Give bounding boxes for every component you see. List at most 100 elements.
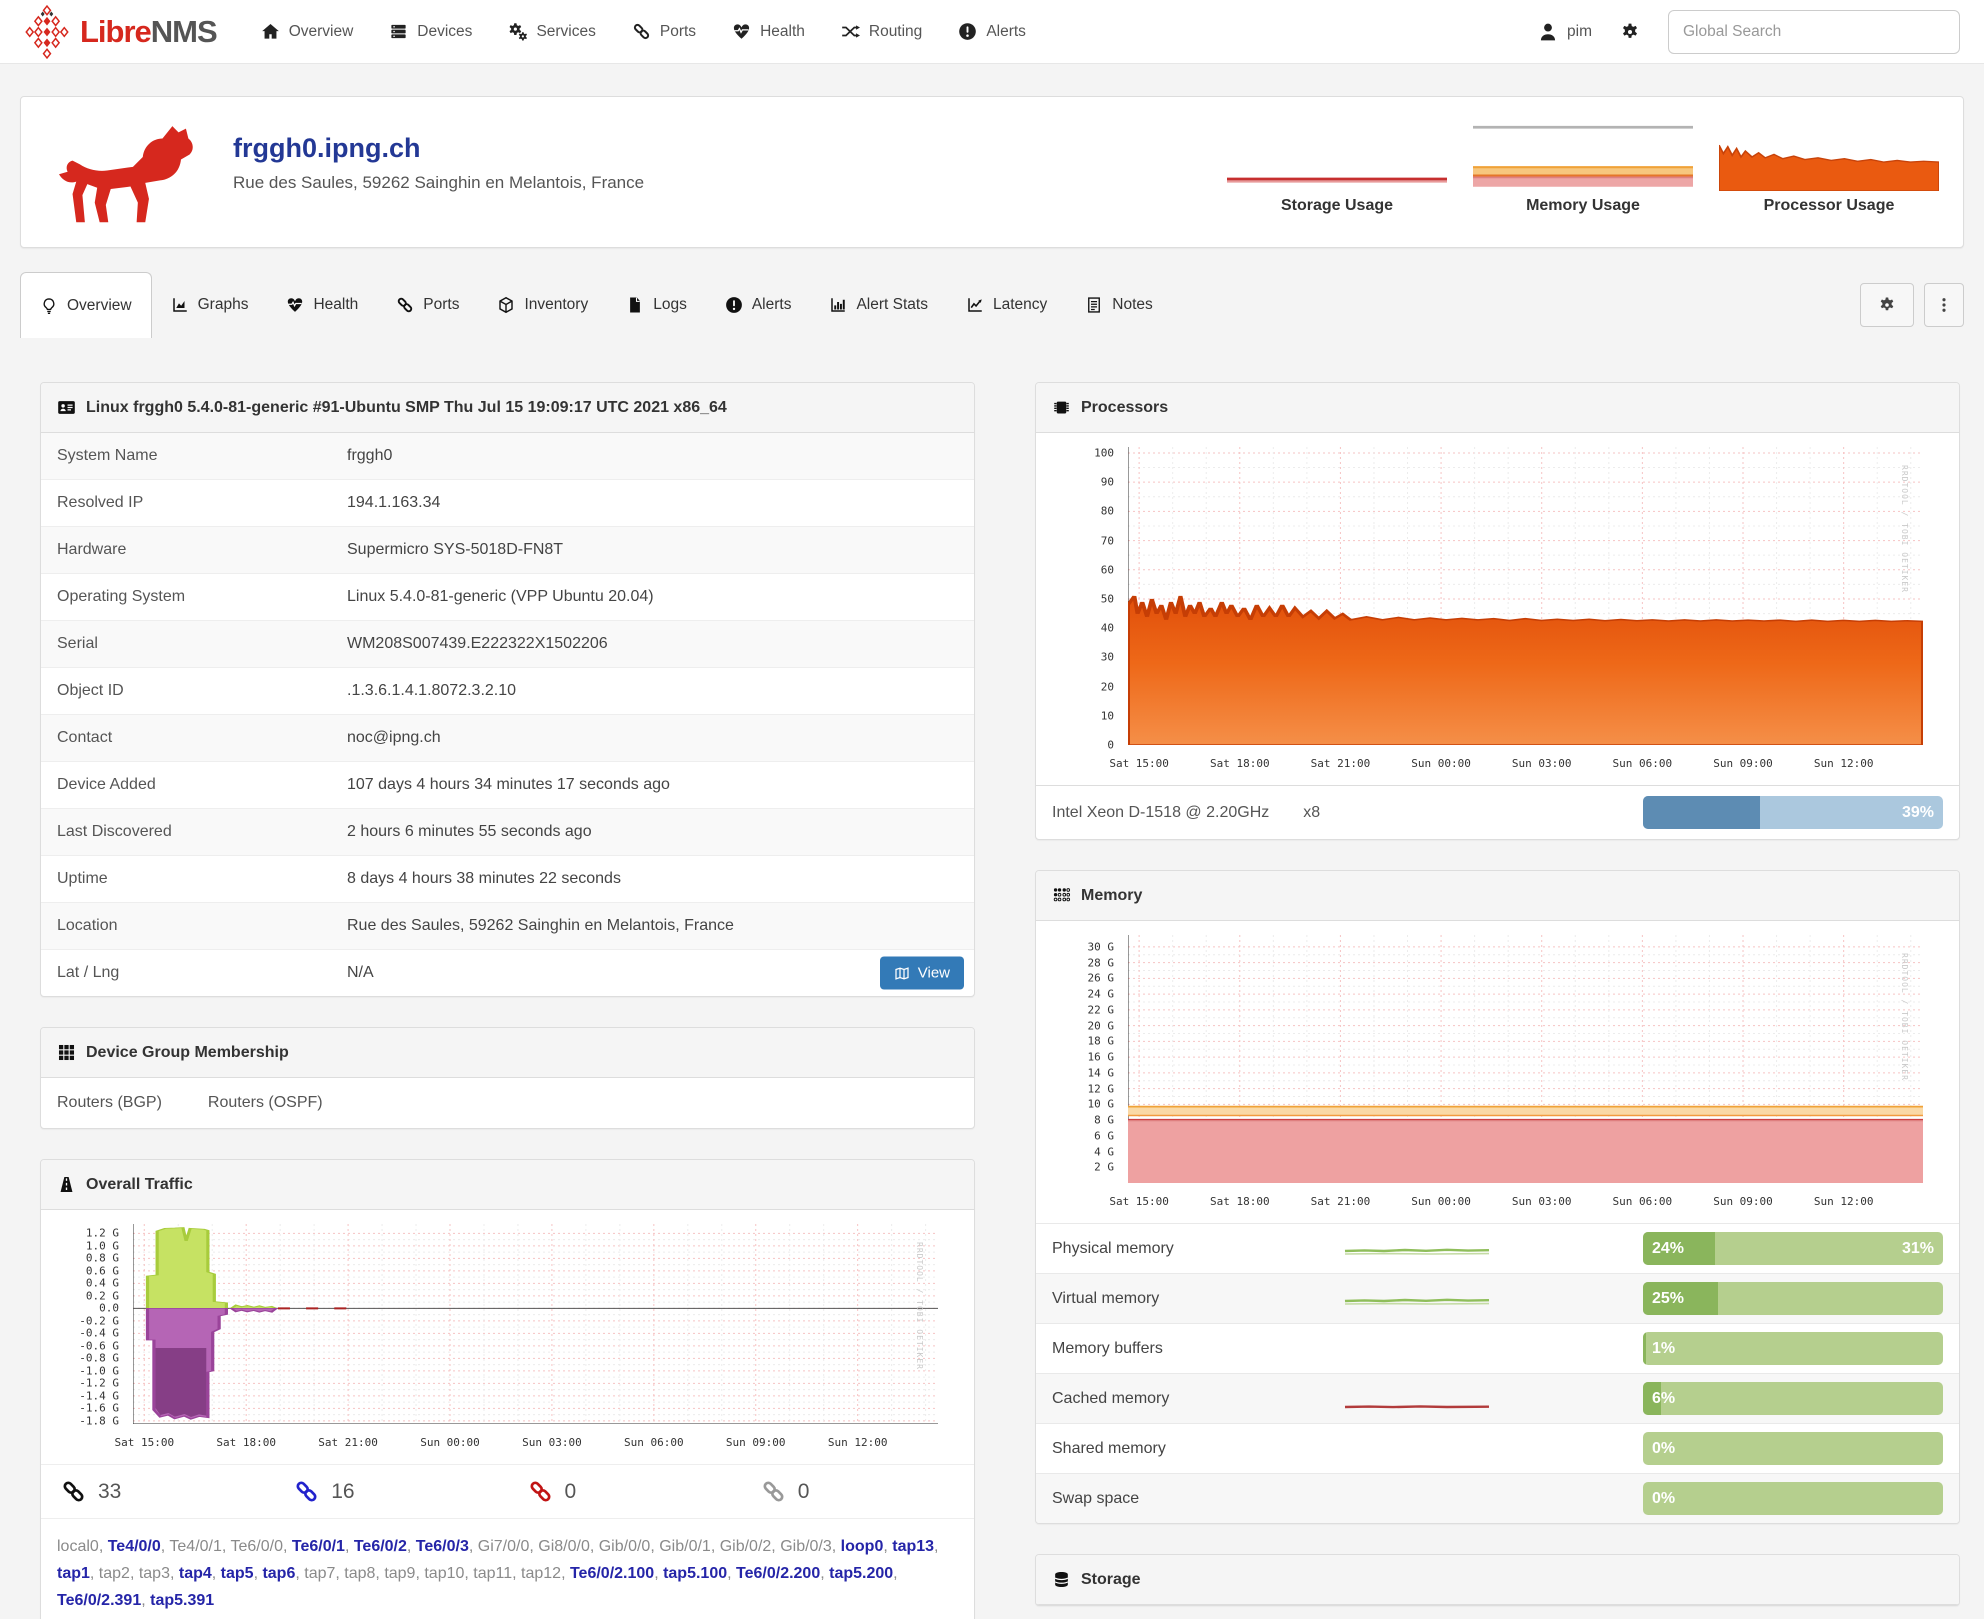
processors-panel: Processors 1009080706050403020100 RRDTOO [1035, 382, 1960, 840]
x-axis-tick: Sun 12:00 [828, 1436, 888, 1449]
system-row-label: Device Added [41, 762, 331, 809]
tab-overview[interactable]: Overview [20, 272, 152, 338]
x-axis-tick: Sun 03:00 [1512, 1195, 1572, 1208]
port-count-value: 0 [565, 1480, 577, 1504]
processors-graph[interactable]: 1009080706050403020100 RRDTOOL / TOBI OE… [1036, 433, 1959, 785]
port-link[interactable]: Te6/0/0 [230, 1538, 282, 1555]
port-link[interactable]: Gi7/0/0 [478, 1538, 530, 1555]
mini-graph-memory[interactable]: Memory Usage [1473, 123, 1693, 215]
y-axis-tick: 0 [1107, 739, 1114, 752]
settings-menu[interactable] [1620, 22, 1640, 42]
port-link[interactable]: loop0 [841, 1538, 884, 1555]
overall-traffic-graph[interactable]: 1.2 G1.0 G0.8 G0.6 G0.4 G0.2 G0.0-0.2 G-… [41, 1210, 974, 1464]
tab-inventory[interactable]: Inventory [478, 272, 607, 338]
port-link[interactable]: tap11 [473, 1565, 512, 1582]
memory-usage-bar: 0% [1643, 1432, 1943, 1465]
port-link[interactable]: Te6/0/2.391 [57, 1592, 141, 1609]
device-header-card: frggh0.ipng.ch Rue des Saules, 59262 Sai… [20, 96, 1964, 248]
port-link[interactable]: Te6/0/3 [416, 1538, 469, 1555]
port-link[interactable]: Te6/0/1 [292, 1538, 345, 1555]
port-link[interactable]: tap3 [139, 1565, 170, 1582]
port-link[interactable]: tap12 [521, 1565, 561, 1582]
cpu-usage-percent: 39% [1902, 804, 1934, 822]
nav-item-devices[interactable]: Devices [389, 22, 472, 41]
nav-item-services[interactable]: Services [508, 22, 595, 41]
port-link[interactable]: tap10 [424, 1565, 464, 1582]
global-search-input[interactable] [1668, 10, 1960, 54]
device-group-link[interactable]: Routers (BGP) [57, 1094, 162, 1112]
device-group-link[interactable]: Routers (OSPF) [208, 1094, 323, 1112]
tab-label: Ports [423, 296, 459, 314]
port-link[interactable]: Gib/0/1 [659, 1538, 711, 1555]
device-tabbar: OverviewGraphsHealthPortsInventoryLogsAl… [20, 272, 1964, 338]
tab-label: Health [313, 296, 358, 314]
mini-graph-label: Memory Usage [1473, 197, 1693, 215]
port-count-gray: 0 [741, 1479, 974, 1504]
nav-item-health[interactable]: Health [732, 22, 805, 41]
device-hostname[interactable]: frggh0.ipng.ch [233, 133, 644, 164]
memory-usage-bar: 25% [1643, 1282, 1943, 1315]
system-row-label: Hardware [41, 527, 331, 574]
tab-logs[interactable]: Logs [607, 272, 706, 338]
mini-graph-storage[interactable]: Storage Usage [1227, 123, 1447, 215]
x-axis-tick: Sat 18:00 [1210, 1195, 1270, 1208]
port-link[interactable]: tap6 [262, 1565, 295, 1582]
view-location-button[interactable]: View [880, 957, 964, 990]
device-settings-button[interactable] [1860, 283, 1914, 327]
user-menu[interactable]: pim [1538, 22, 1592, 42]
memory-row-cached-memory: Cached memory6% [1036, 1373, 1959, 1423]
nav-item-alerts[interactable]: Alerts [958, 22, 1026, 41]
mini-graph-processor[interactable]: Processor Usage [1719, 123, 1939, 215]
memory-panel: Memory 30 G28 G26 G24 G22 G20 G18 G16 G1… [1035, 870, 1960, 1524]
port-link[interactable]: tap5 [221, 1565, 254, 1582]
port-link[interactable]: tap2 [99, 1565, 130, 1582]
port-link[interactable]: local0 [57, 1538, 99, 1555]
y-axis-tick: 70 [1101, 534, 1114, 547]
device-logo-dog [59, 121, 197, 225]
port-count-value: 0 [798, 1480, 810, 1504]
port-link[interactable]: Te6/0/2.100 [570, 1565, 654, 1582]
memory-graph[interactable]: 30 G28 G26 G24 G22 G20 G18 G16 G14 G12 G… [1036, 921, 1959, 1223]
port-link[interactable]: tap5.100 [663, 1565, 727, 1582]
port-link[interactable]: tap8 [344, 1565, 375, 1582]
port-link[interactable]: Te6/0/2 [354, 1538, 407, 1555]
librenms-logo[interactable]: LibreNMS [24, 5, 217, 59]
y-axis-tick: -0.4 G [79, 1327, 119, 1340]
port-link[interactable]: tap7 [304, 1565, 335, 1582]
nav-item-ports[interactable]: Ports [632, 22, 696, 41]
tab-alert-stats[interactable]: Alert Stats [810, 272, 947, 338]
y-axis-tick: -1.2 G [79, 1377, 119, 1390]
y-axis-tick: 100 [1094, 446, 1114, 459]
x-axis-tick: Sun 09:00 [726, 1436, 786, 1449]
more-options-button[interactable] [1924, 283, 1964, 327]
tab-health[interactable]: Health [267, 272, 377, 338]
port-link[interactable]: Gib/0/2 [720, 1538, 772, 1555]
system-row: LocationRue des Saules, 59262 Sainghin e… [41, 903, 974, 950]
port-link[interactable]: Gi8/0/0 [538, 1538, 590, 1555]
processors-chart-shapes [1128, 447, 1923, 745]
tab-notes[interactable]: Notes [1066, 272, 1172, 338]
port-link[interactable]: tap1 [57, 1565, 90, 1582]
memory-percent: 6% [1652, 1390, 1675, 1408]
y-axis-tick: 26 G [1088, 972, 1115, 985]
port-link[interactable]: Te6/0/2.200 [736, 1565, 820, 1582]
nav-item-label: Ports [660, 23, 696, 41]
port-link[interactable]: tap9 [384, 1565, 415, 1582]
tab-alerts[interactable]: Alerts [706, 272, 811, 338]
system-row-label: Resolved IP [41, 480, 331, 527]
port-link[interactable]: Te4/0/0 [108, 1538, 161, 1555]
port-link[interactable]: tap4 [179, 1565, 212, 1582]
storage-panel: Storage [1035, 1554, 1960, 1606]
ellipsis-v-icon [1935, 296, 1953, 314]
tab-ports[interactable]: Ports [377, 272, 478, 338]
port-link[interactable]: Gib/0/3 [780, 1538, 832, 1555]
port-link[interactable]: Te4/0/1 [169, 1538, 221, 1555]
nav-item-overview[interactable]: Overview [261, 22, 354, 41]
port-link[interactable]: tap5.200 [829, 1565, 893, 1582]
port-link[interactable]: tap5.391 [150, 1592, 214, 1609]
port-link[interactable]: Gib/0/0 [599, 1538, 651, 1555]
tab-latency[interactable]: Latency [947, 272, 1066, 338]
tab-graphs[interactable]: Graphs [152, 272, 268, 338]
nav-item-routing[interactable]: Routing [841, 22, 922, 41]
port-link[interactable]: tap13 [892, 1538, 934, 1555]
